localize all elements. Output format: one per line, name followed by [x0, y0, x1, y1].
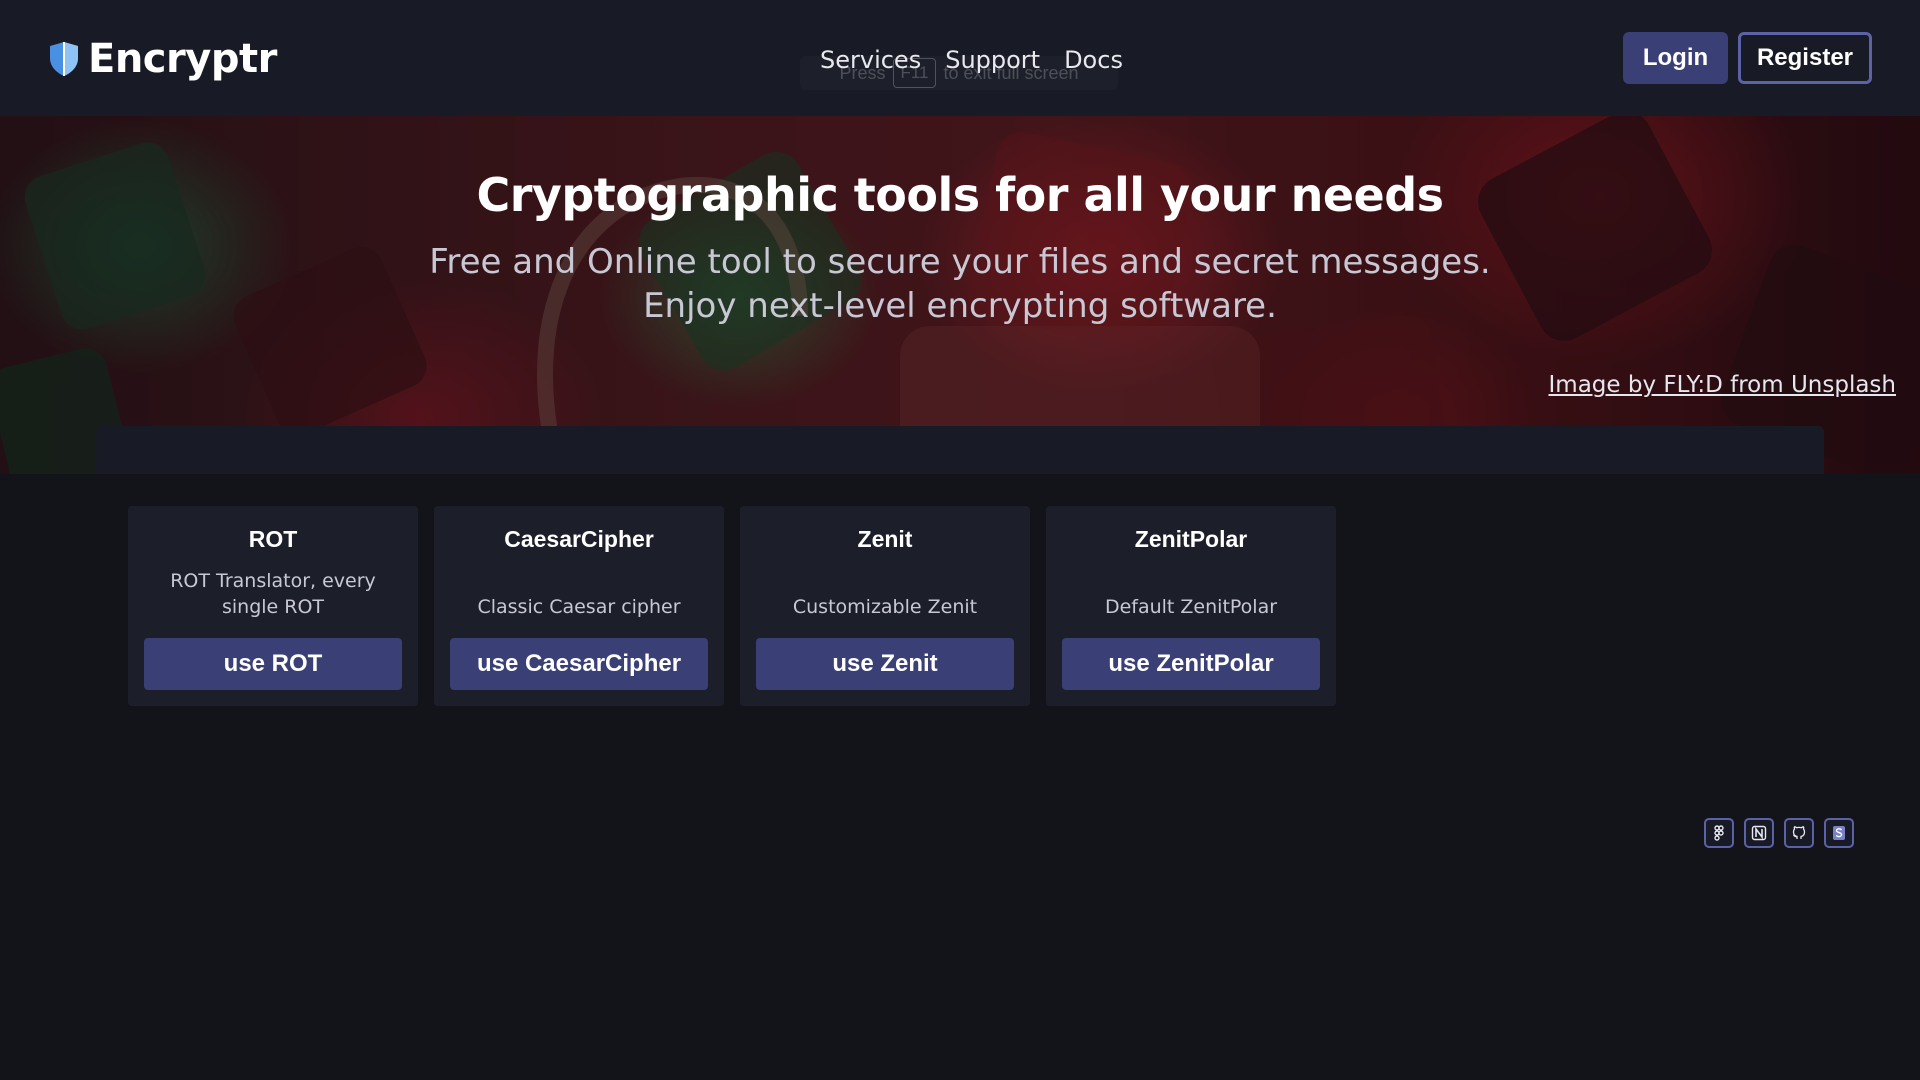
use-zenitpolar-button[interactable]: use ZenitPolar	[1062, 638, 1320, 690]
cipher-cards: ROT ROT Translator, every single ROT use…	[128, 506, 1336, 706]
nav-support[interactable]: Support	[945, 46, 1040, 74]
content-panel-top	[96, 426, 1824, 474]
notion-link[interactable]	[1744, 818, 1774, 848]
card-description: Customizable Zenit	[792, 596, 978, 618]
use-caesarcipher-button[interactable]: use CaesarCipher	[450, 638, 708, 690]
card-title: Zenit	[857, 526, 913, 552]
login-button[interactable]: Login	[1623, 32, 1728, 84]
card-zenit: Zenit Customizable Zenit use Zenit	[740, 506, 1030, 706]
figma-link[interactable]	[1704, 818, 1734, 848]
card-rot: ROT ROT Translator, every single ROT use…	[128, 506, 418, 706]
use-zenit-button[interactable]: use Zenit	[756, 638, 1014, 690]
card-title: ZenitPolar	[1134, 526, 1248, 552]
notion-icon	[1751, 825, 1767, 841]
nav-services[interactable]: Services	[820, 46, 921, 74]
card-description: Classic Caesar cipher	[477, 596, 681, 618]
shield-icon	[50, 42, 78, 76]
social-links	[1704, 818, 1854, 848]
use-rot-button[interactable]: use ROT	[144, 638, 402, 690]
card-title: CaesarCipher	[504, 526, 654, 552]
card-description: ROT Translator, every single ROT	[170, 570, 376, 618]
github-icon	[1792, 826, 1806, 839]
main-nav: Services Support Docs	[820, 44, 1123, 76]
skype-icon	[1833, 826, 1845, 840]
image-credit-link[interactable]: Image by FLY:D from Unsplash	[1549, 372, 1897, 398]
brand-name: Encryptr	[88, 36, 277, 82]
hero-title: Cryptographic tools for all your needs	[476, 168, 1444, 222]
card-title: ROT	[248, 526, 298, 552]
hero-banner: Cryptographic tools for all your needs F…	[0, 116, 1920, 474]
card-description: Default ZenitPolar	[1104, 596, 1278, 618]
register-button[interactable]: Register	[1738, 32, 1872, 84]
hero-subtitle: Free and Online tool to secure your file…	[429, 242, 1491, 326]
nav-docs[interactable]: Docs	[1064, 46, 1123, 74]
card-zenitpolar: ZenitPolar Default ZenitPolar use ZenitP…	[1046, 506, 1336, 706]
top-navbar: Encryptr Press F11 to exit full screen S…	[0, 0, 1920, 116]
github-link[interactable]	[1784, 818, 1814, 848]
brand-logo[interactable]: Encryptr	[48, 36, 277, 82]
skype-link[interactable]	[1824, 818, 1854, 848]
figma-icon	[1714, 825, 1724, 841]
card-caesarcipher: CaesarCipher Classic Caesar cipher use C…	[434, 506, 724, 706]
